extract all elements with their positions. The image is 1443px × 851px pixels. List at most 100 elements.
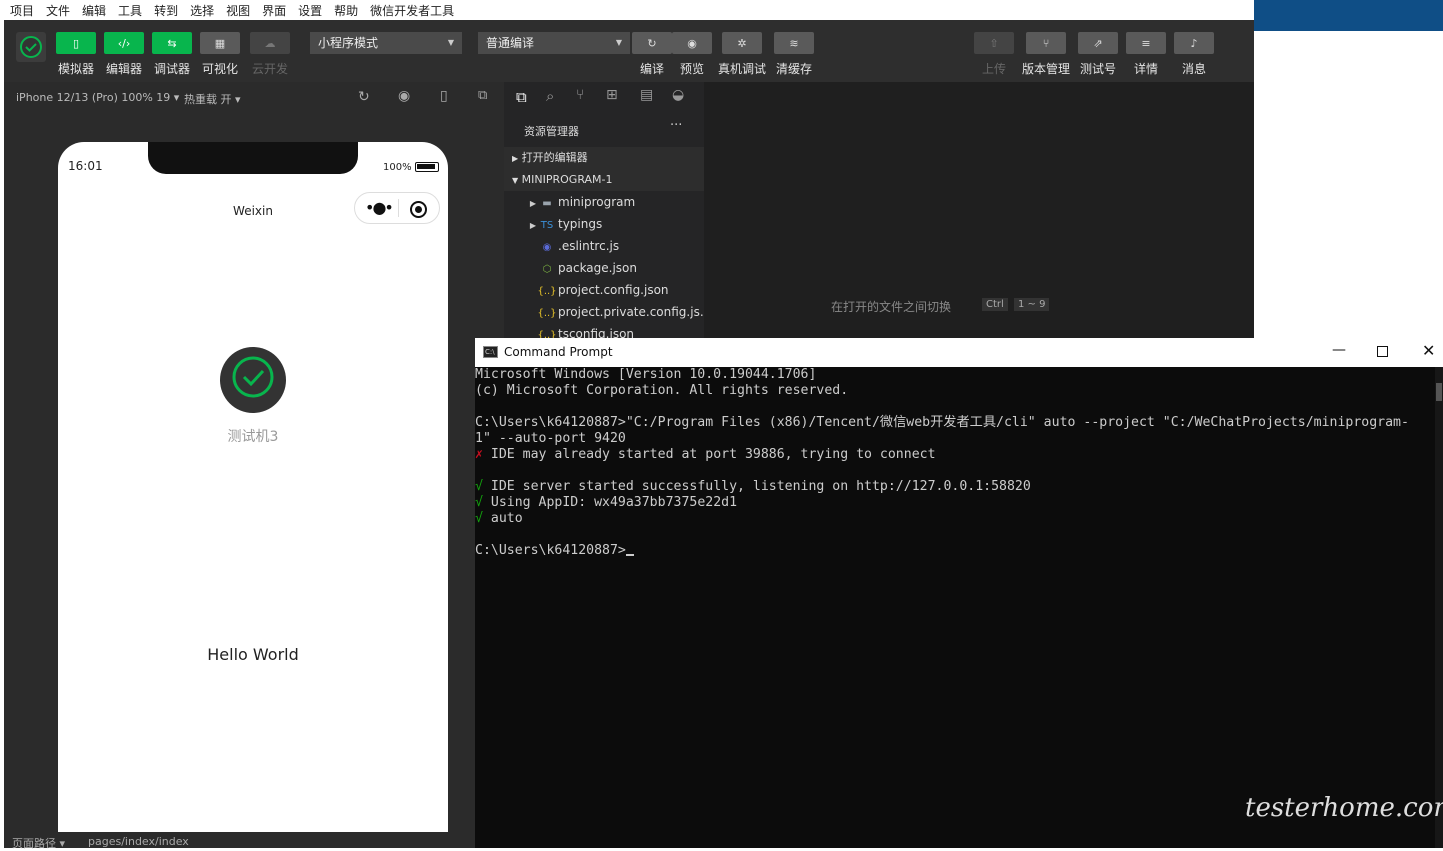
simulator-button[interactable]: ▯ bbox=[56, 32, 96, 54]
upload-label: 上传 bbox=[981, 62, 1006, 76]
popout-icon[interactable]: ⧉ bbox=[478, 88, 487, 103]
command-prompt-window[interactable]: C:\ Command Prompt — ✕ Microsoft Windows… bbox=[475, 338, 1443, 848]
battery-icon bbox=[415, 162, 439, 172]
console-line: √ IDE server started successfully, liste… bbox=[475, 479, 1031, 494]
file-name: project.private.config.js... bbox=[558, 305, 704, 319]
rotate-icon[interactable]: ↻ bbox=[358, 89, 370, 105]
file-type-icon: ◉ bbox=[542, 242, 552, 253]
more-icon[interactable]: ··· bbox=[670, 118, 682, 133]
version-label: 版本管理 bbox=[1021, 62, 1070, 76]
console-output[interactable]: Microsoft Windows [Version 10.0.19044.17… bbox=[475, 367, 1435, 848]
battery-text: 100% bbox=[383, 162, 412, 173]
cursor bbox=[625, 554, 634, 556]
menu-item[interactable]: 界面 bbox=[262, 2, 286, 19]
file-item[interactable]: ◉ .eslintrc.js bbox=[504, 235, 704, 257]
test-account-button[interactable]: ⇗ bbox=[1078, 32, 1118, 54]
open-editors-section[interactable]: ▶ 打开的编辑器 bbox=[504, 147, 704, 169]
console-line: C:\Users\k64120887> bbox=[475, 543, 1435, 559]
search-icon[interactable]: ⌕ bbox=[546, 87, 554, 105]
menu-item[interactable]: 帮助 bbox=[334, 2, 358, 19]
console-line: (c) Microsoft Corporation. All rights re… bbox=[475, 383, 849, 398]
source-control-icon[interactable]: ⑂ bbox=[576, 87, 584, 103]
simulator-bar: iPhone 12/13 (Pro) 100% 19 ▾ 热重载 开 ▾ ↻ ◉… bbox=[4, 82, 504, 112]
console-line: √ auto bbox=[475, 511, 523, 526]
phone-icon[interactable]: ▯ bbox=[440, 88, 448, 104]
storage-icon[interactable]: ▤ bbox=[640, 87, 653, 103]
avatar-caption: 测试机3 bbox=[227, 429, 279, 445]
device-select[interactable]: iPhone 12/13 (Pro) 100% 19 ▾ bbox=[16, 91, 179, 104]
menu-item[interactable]: 视图 bbox=[226, 2, 250, 19]
file-name: project.config.json bbox=[558, 283, 669, 297]
details-button[interactable]: ≡ bbox=[1126, 32, 1166, 54]
compile-button[interactable]: ↻ bbox=[632, 32, 672, 54]
menu-item[interactable]: 设置 bbox=[298, 2, 322, 19]
cmd-icon: C:\ bbox=[483, 346, 498, 358]
remote-debug-label: 真机调试 bbox=[717, 62, 766, 76]
file-type-icon: {..} bbox=[537, 308, 557, 319]
scrollbar[interactable] bbox=[1435, 367, 1443, 848]
file-name: package.json bbox=[558, 261, 638, 275]
window-title: Command Prompt bbox=[504, 345, 613, 359]
preview-button[interactable]: ◉ bbox=[672, 32, 712, 54]
more-icon[interactable]: •●• bbox=[365, 198, 394, 217]
visual-button[interactable]: ▦ bbox=[200, 32, 240, 54]
menu-item[interactable]: 编辑 bbox=[82, 2, 106, 19]
hello-text: Hello World bbox=[207, 645, 299, 664]
version-button[interactable]: ⑂ bbox=[1026, 32, 1066, 54]
phone-notch bbox=[148, 142, 358, 174]
console-line: √ Using AppID: wx49a37bb7375e22d1 bbox=[475, 495, 738, 510]
extensions-icon[interactable]: ⊞ bbox=[606, 87, 618, 103]
minimize-button[interactable]: — bbox=[1332, 342, 1346, 358]
title-bar[interactable]: C:\ Command Prompt — ✕ bbox=[475, 338, 1443, 367]
key-ctrl: Ctrl bbox=[982, 298, 1008, 311]
clear-cache-button[interactable]: ≋ bbox=[774, 32, 814, 54]
editor-button[interactable]: ‹/› bbox=[104, 32, 144, 54]
remote-debug-button[interactable]: ✲ bbox=[722, 32, 762, 54]
file-type-icon: {..} bbox=[537, 286, 557, 297]
file-name: .eslintrc.js bbox=[558, 239, 620, 253]
file-item[interactable]: ⬡ package.json bbox=[504, 257, 704, 279]
menu-item[interactable]: 文件 bbox=[46, 2, 70, 19]
messages-button[interactable]: ♪ bbox=[1174, 32, 1214, 54]
page-path: pages/index/index bbox=[88, 835, 189, 848]
console-line: C:\Users\k64120887>"C:/Program Files (x8… bbox=[475, 415, 1409, 430]
menu-item[interactable]: 项目 bbox=[10, 2, 34, 19]
files-icon[interactable]: ⧉ bbox=[516, 88, 527, 106]
capsule-menu[interactable]: •●• bbox=[354, 192, 440, 224]
project-section[interactable]: ▼ MINIPROGRAM-1 bbox=[504, 169, 704, 191]
mode-select[interactable]: 小程序模式 ▼ bbox=[310, 32, 462, 54]
file-item[interactable]: {..}project.private.config.js... bbox=[504, 301, 704, 323]
file-name: miniprogram bbox=[558, 195, 636, 209]
record-icon[interactable]: ◉ bbox=[398, 88, 410, 104]
file-item[interactable]: ▶ TS typings bbox=[504, 213, 704, 235]
compile-select[interactable]: 普通编译 ▼ bbox=[478, 32, 630, 54]
ide-toolbar: 小程序模式 ▼ 普通编译 ▼ ▯ 模拟器 ‹/› 编辑器 ⇆ 调试器 ▦ 可视化 ☁ 云开发 ↻ 编译 ◉ 预… bbox=[4, 20, 1254, 82]
file-item[interactable]: ▶ ▬ miniprogram bbox=[504, 191, 704, 213]
hotreload-select[interactable]: 热重载 开 ▾ bbox=[184, 91, 241, 107]
menu-item[interactable]: 选择 bbox=[190, 2, 214, 19]
avatar[interactable] bbox=[16, 32, 46, 62]
cloud-button[interactable]: ☁ bbox=[250, 32, 290, 54]
shortcut-hint: 在打开的文件之间切换 bbox=[831, 300, 952, 314]
close-miniprogram-icon[interactable] bbox=[410, 201, 427, 218]
close-button[interactable]: ✕ bbox=[1422, 341, 1435, 360]
debugger-button[interactable]: ⇆ bbox=[152, 32, 192, 54]
menu-bar: 项目 文件 编辑 工具 转到 选择 视图 界面 设置 帮助 微信开发者工具 bbox=[0, 0, 1254, 20]
messages-label: 消息 bbox=[1181, 62, 1206, 76]
file-item[interactable]: {..}project.config.json bbox=[504, 279, 704, 301]
explorer-title: 资源管理器 bbox=[524, 125, 579, 138]
menu-item[interactable]: 工具 bbox=[118, 2, 142, 19]
cloud-label: 云开发 bbox=[251, 62, 288, 76]
watermark: testerhome.com bbox=[1245, 793, 1443, 823]
path-label[interactable]: 页面路径 ▾ bbox=[12, 835, 65, 851]
status-bar: 页面路径 ▾ pages/index/index bbox=[4, 832, 474, 851]
console-line: 1" --auto-port 9420 bbox=[475, 431, 626, 446]
editor-area: 在打开的文件之间切换 Ctrl 1 ~ 9 bbox=[704, 82, 1254, 338]
file-type-icon: ▬ bbox=[542, 198, 552, 209]
menu-item[interactable]: 微信开发者工具 bbox=[370, 2, 454, 19]
upload-button[interactable]: ⇧ bbox=[974, 32, 1014, 54]
menu-item[interactable]: 转到 bbox=[154, 2, 178, 19]
docker-icon[interactable]: ◒ bbox=[672, 87, 684, 103]
maximize-button[interactable] bbox=[1377, 346, 1388, 357]
